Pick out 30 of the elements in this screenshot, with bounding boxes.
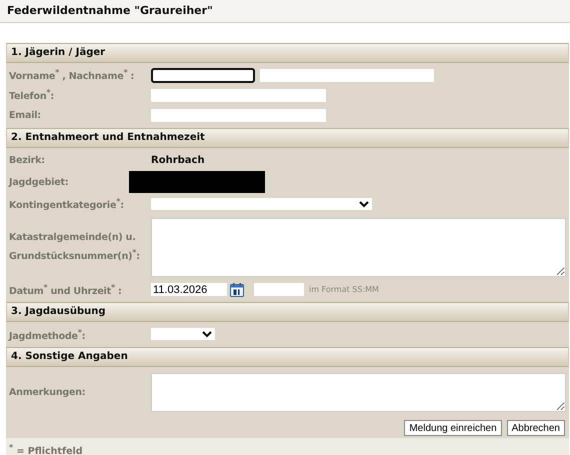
format-hint: im Format SS:MM <box>309 285 379 294</box>
field-label: Kontingentkategorie$^{*}$: <box>8 196 125 214</box>
date-field[interactable]: 11.03.2026 <box>151 283 227 296</box>
field-label: Telefon$^{*}$: <box>8 87 55 105</box>
field-value: Rohrbach <box>151 154 205 166</box>
text-field[interactable] <box>151 88 326 102</box>
time-field[interactable] <box>254 283 304 296</box>
section-header: 3. Jagdausübung <box>6 302 569 322</box>
field-label: Datum$^{*}$ und Uhrzeit$^{*}$ : <box>8 282 123 300</box>
text-field[interactable] <box>260 68 434 82</box>
field-label: Anmerkungen: <box>8 386 86 400</box>
section-header: 2. Entnahmeort und Entnahmezeit <box>6 128 569 148</box>
button[interactable]: Abbrechen <box>506 420 565 436</box>
text-area[interactable] <box>151 218 566 277</box>
text-area[interactable] <box>151 373 566 412</box>
text-field[interactable] <box>151 68 255 82</box>
dropdown[interactable] <box>151 328 215 340</box>
section-header: 4. Sonstige Angaben <box>6 347 569 368</box>
field-label: Bezirk: <box>8 154 46 168</box>
field-label: Vorname$^{*}$ , Nachname$^{*}$ : <box>8 67 136 85</box>
field-label: Jagdmethode$^{*}$: <box>8 326 86 344</box>
field-label: Jagdgebiet: <box>8 176 70 190</box>
field-label: Katastralgemeinde(n) u. Grundstücksnummer(n)$^{*}$: <box>8 230 141 264</box>
button[interactable]: Meldung einreichen <box>404 420 502 436</box>
text-field[interactable] <box>151 108 326 122</box>
calendar-icon[interactable] <box>230 282 244 297</box>
section-header: 1. Jägerin / Jäger <box>6 43 569 63</box>
required-note: $^{*}$ = Pflichtfeld <box>6 438 569 455</box>
page-title: Federwildentnahme "Graureiher" <box>0 0 570 23</box>
field-label: Email: <box>8 108 42 122</box>
